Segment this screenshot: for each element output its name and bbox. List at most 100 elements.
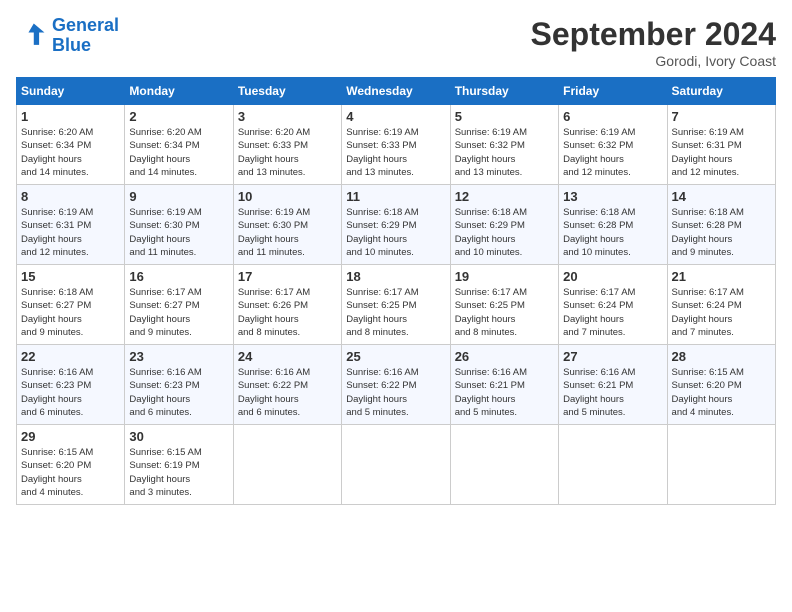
col-tuesday: Tuesday bbox=[233, 78, 341, 105]
day-info: Sunrise: 6:19 AM Sunset: 6:31 PM Dayligh… bbox=[21, 206, 120, 259]
table-row: 5 Sunrise: 6:19 AM Sunset: 6:32 PM Dayli… bbox=[450, 105, 558, 185]
day-info: Sunrise: 6:19 AM Sunset: 6:32 PM Dayligh… bbox=[455, 126, 554, 179]
logo-text: General Blue bbox=[52, 16, 119, 56]
table-row: 11 Sunrise: 6:18 AM Sunset: 6:29 PM Dayl… bbox=[342, 185, 450, 265]
table-row: 7 Sunrise: 6:19 AM Sunset: 6:31 PM Dayli… bbox=[667, 105, 775, 185]
calendar-week-row: 1 Sunrise: 6:20 AM Sunset: 6:34 PM Dayli… bbox=[17, 105, 776, 185]
table-row: 30 Sunrise: 6:15 AM Sunset: 6:19 PM Dayl… bbox=[125, 425, 233, 505]
month-title: September 2024 bbox=[531, 16, 776, 53]
day-info: Sunrise: 6:17 AM Sunset: 6:27 PM Dayligh… bbox=[129, 286, 228, 339]
table-row bbox=[233, 425, 341, 505]
table-row: 21 Sunrise: 6:17 AM Sunset: 6:24 PM Dayl… bbox=[667, 265, 775, 345]
day-number: 22 bbox=[21, 349, 120, 364]
day-number: 6 bbox=[563, 109, 662, 124]
day-info: Sunrise: 6:19 AM Sunset: 6:30 PM Dayligh… bbox=[238, 206, 337, 259]
day-number: 12 bbox=[455, 189, 554, 204]
day-info: Sunrise: 6:17 AM Sunset: 6:25 PM Dayligh… bbox=[455, 286, 554, 339]
day-number: 30 bbox=[129, 429, 228, 444]
day-number: 5 bbox=[455, 109, 554, 124]
day-info: Sunrise: 6:16 AM Sunset: 6:23 PM Dayligh… bbox=[129, 366, 228, 419]
day-number: 16 bbox=[129, 269, 228, 284]
table-row: 14 Sunrise: 6:18 AM Sunset: 6:28 PM Dayl… bbox=[667, 185, 775, 265]
day-info: Sunrise: 6:16 AM Sunset: 6:22 PM Dayligh… bbox=[238, 366, 337, 419]
day-info: Sunrise: 6:16 AM Sunset: 6:23 PM Dayligh… bbox=[21, 366, 120, 419]
table-row: 12 Sunrise: 6:18 AM Sunset: 6:29 PM Dayl… bbox=[450, 185, 558, 265]
table-row: 20 Sunrise: 6:17 AM Sunset: 6:24 PM Dayl… bbox=[559, 265, 667, 345]
logo-icon bbox=[16, 20, 48, 52]
day-number: 4 bbox=[346, 109, 445, 124]
table-row: 22 Sunrise: 6:16 AM Sunset: 6:23 PM Dayl… bbox=[17, 345, 125, 425]
table-row: 27 Sunrise: 6:16 AM Sunset: 6:21 PM Dayl… bbox=[559, 345, 667, 425]
table-row: 23 Sunrise: 6:16 AM Sunset: 6:23 PM Dayl… bbox=[125, 345, 233, 425]
day-number: 18 bbox=[346, 269, 445, 284]
table-row: 13 Sunrise: 6:18 AM Sunset: 6:28 PM Dayl… bbox=[559, 185, 667, 265]
col-thursday: Thursday bbox=[450, 78, 558, 105]
day-number: 27 bbox=[563, 349, 662, 364]
day-number: 23 bbox=[129, 349, 228, 364]
day-number: 17 bbox=[238, 269, 337, 284]
table-row: 24 Sunrise: 6:16 AM Sunset: 6:22 PM Dayl… bbox=[233, 345, 341, 425]
table-row: 29 Sunrise: 6:15 AM Sunset: 6:20 PM Dayl… bbox=[17, 425, 125, 505]
table-row: 18 Sunrise: 6:17 AM Sunset: 6:25 PM Dayl… bbox=[342, 265, 450, 345]
day-number: 24 bbox=[238, 349, 337, 364]
table-row bbox=[559, 425, 667, 505]
day-info: Sunrise: 6:18 AM Sunset: 6:28 PM Dayligh… bbox=[563, 206, 662, 259]
day-number: 3 bbox=[238, 109, 337, 124]
col-sunday: Sunday bbox=[17, 78, 125, 105]
col-friday: Friday bbox=[559, 78, 667, 105]
table-row: 9 Sunrise: 6:19 AM Sunset: 6:30 PM Dayli… bbox=[125, 185, 233, 265]
day-info: Sunrise: 6:15 AM Sunset: 6:19 PM Dayligh… bbox=[129, 446, 228, 499]
calendar-header-row: Sunday Monday Tuesday Wednesday Thursday… bbox=[17, 78, 776, 105]
table-row: 28 Sunrise: 6:15 AM Sunset: 6:20 PM Dayl… bbox=[667, 345, 775, 425]
table-row: 3 Sunrise: 6:20 AM Sunset: 6:33 PM Dayli… bbox=[233, 105, 341, 185]
table-row: 25 Sunrise: 6:16 AM Sunset: 6:22 PM Dayl… bbox=[342, 345, 450, 425]
table-row bbox=[342, 425, 450, 505]
day-info: Sunrise: 6:19 AM Sunset: 6:31 PM Dayligh… bbox=[672, 126, 771, 179]
day-info: Sunrise: 6:18 AM Sunset: 6:29 PM Dayligh… bbox=[346, 206, 445, 259]
calendar-week-row: 8 Sunrise: 6:19 AM Sunset: 6:31 PM Dayli… bbox=[17, 185, 776, 265]
col-saturday: Saturday bbox=[667, 78, 775, 105]
title-area: September 2024 Gorodi, Ivory Coast bbox=[531, 16, 776, 69]
day-number: 2 bbox=[129, 109, 228, 124]
day-number: 29 bbox=[21, 429, 120, 444]
day-info: Sunrise: 6:20 AM Sunset: 6:34 PM Dayligh… bbox=[21, 126, 120, 179]
day-number: 28 bbox=[672, 349, 771, 364]
day-number: 20 bbox=[563, 269, 662, 284]
day-info: Sunrise: 6:17 AM Sunset: 6:26 PM Dayligh… bbox=[238, 286, 337, 339]
day-number: 13 bbox=[563, 189, 662, 204]
calendar-table: Sunday Monday Tuesday Wednesday Thursday… bbox=[16, 77, 776, 505]
table-row: 1 Sunrise: 6:20 AM Sunset: 6:34 PM Dayli… bbox=[17, 105, 125, 185]
table-row: 10 Sunrise: 6:19 AM Sunset: 6:30 PM Dayl… bbox=[233, 185, 341, 265]
day-number: 21 bbox=[672, 269, 771, 284]
table-row: 19 Sunrise: 6:17 AM Sunset: 6:25 PM Dayl… bbox=[450, 265, 558, 345]
day-info: Sunrise: 6:18 AM Sunset: 6:28 PM Dayligh… bbox=[672, 206, 771, 259]
table-row: 4 Sunrise: 6:19 AM Sunset: 6:33 PM Dayli… bbox=[342, 105, 450, 185]
day-number: 1 bbox=[21, 109, 120, 124]
day-info: Sunrise: 6:19 AM Sunset: 6:33 PM Dayligh… bbox=[346, 126, 445, 179]
day-info: Sunrise: 6:16 AM Sunset: 6:22 PM Dayligh… bbox=[346, 366, 445, 419]
table-row: 2 Sunrise: 6:20 AM Sunset: 6:34 PM Dayli… bbox=[125, 105, 233, 185]
day-number: 11 bbox=[346, 189, 445, 204]
day-info: Sunrise: 6:17 AM Sunset: 6:24 PM Dayligh… bbox=[563, 286, 662, 339]
day-info: Sunrise: 6:16 AM Sunset: 6:21 PM Dayligh… bbox=[455, 366, 554, 419]
day-info: Sunrise: 6:18 AM Sunset: 6:27 PM Dayligh… bbox=[21, 286, 120, 339]
day-number: 7 bbox=[672, 109, 771, 124]
col-monday: Monday bbox=[125, 78, 233, 105]
table-row: 17 Sunrise: 6:17 AM Sunset: 6:26 PM Dayl… bbox=[233, 265, 341, 345]
col-wednesday: Wednesday bbox=[342, 78, 450, 105]
day-number: 26 bbox=[455, 349, 554, 364]
day-number: 10 bbox=[238, 189, 337, 204]
day-info: Sunrise: 6:15 AM Sunset: 6:20 PM Dayligh… bbox=[672, 366, 771, 419]
logo: General Blue bbox=[16, 16, 119, 56]
day-info: Sunrise: 6:20 AM Sunset: 6:34 PM Dayligh… bbox=[129, 126, 228, 179]
table-row: 26 Sunrise: 6:16 AM Sunset: 6:21 PM Dayl… bbox=[450, 345, 558, 425]
location-title: Gorodi, Ivory Coast bbox=[531, 53, 776, 69]
table-row bbox=[667, 425, 775, 505]
day-number: 9 bbox=[129, 189, 228, 204]
calendar-week-row: 22 Sunrise: 6:16 AM Sunset: 6:23 PM Dayl… bbox=[17, 345, 776, 425]
day-info: Sunrise: 6:18 AM Sunset: 6:29 PM Dayligh… bbox=[455, 206, 554, 259]
table-row: 8 Sunrise: 6:19 AM Sunset: 6:31 PM Dayli… bbox=[17, 185, 125, 265]
table-row: 16 Sunrise: 6:17 AM Sunset: 6:27 PM Dayl… bbox=[125, 265, 233, 345]
table-row: 15 Sunrise: 6:18 AM Sunset: 6:27 PM Dayl… bbox=[17, 265, 125, 345]
day-info: Sunrise: 6:16 AM Sunset: 6:21 PM Dayligh… bbox=[563, 366, 662, 419]
